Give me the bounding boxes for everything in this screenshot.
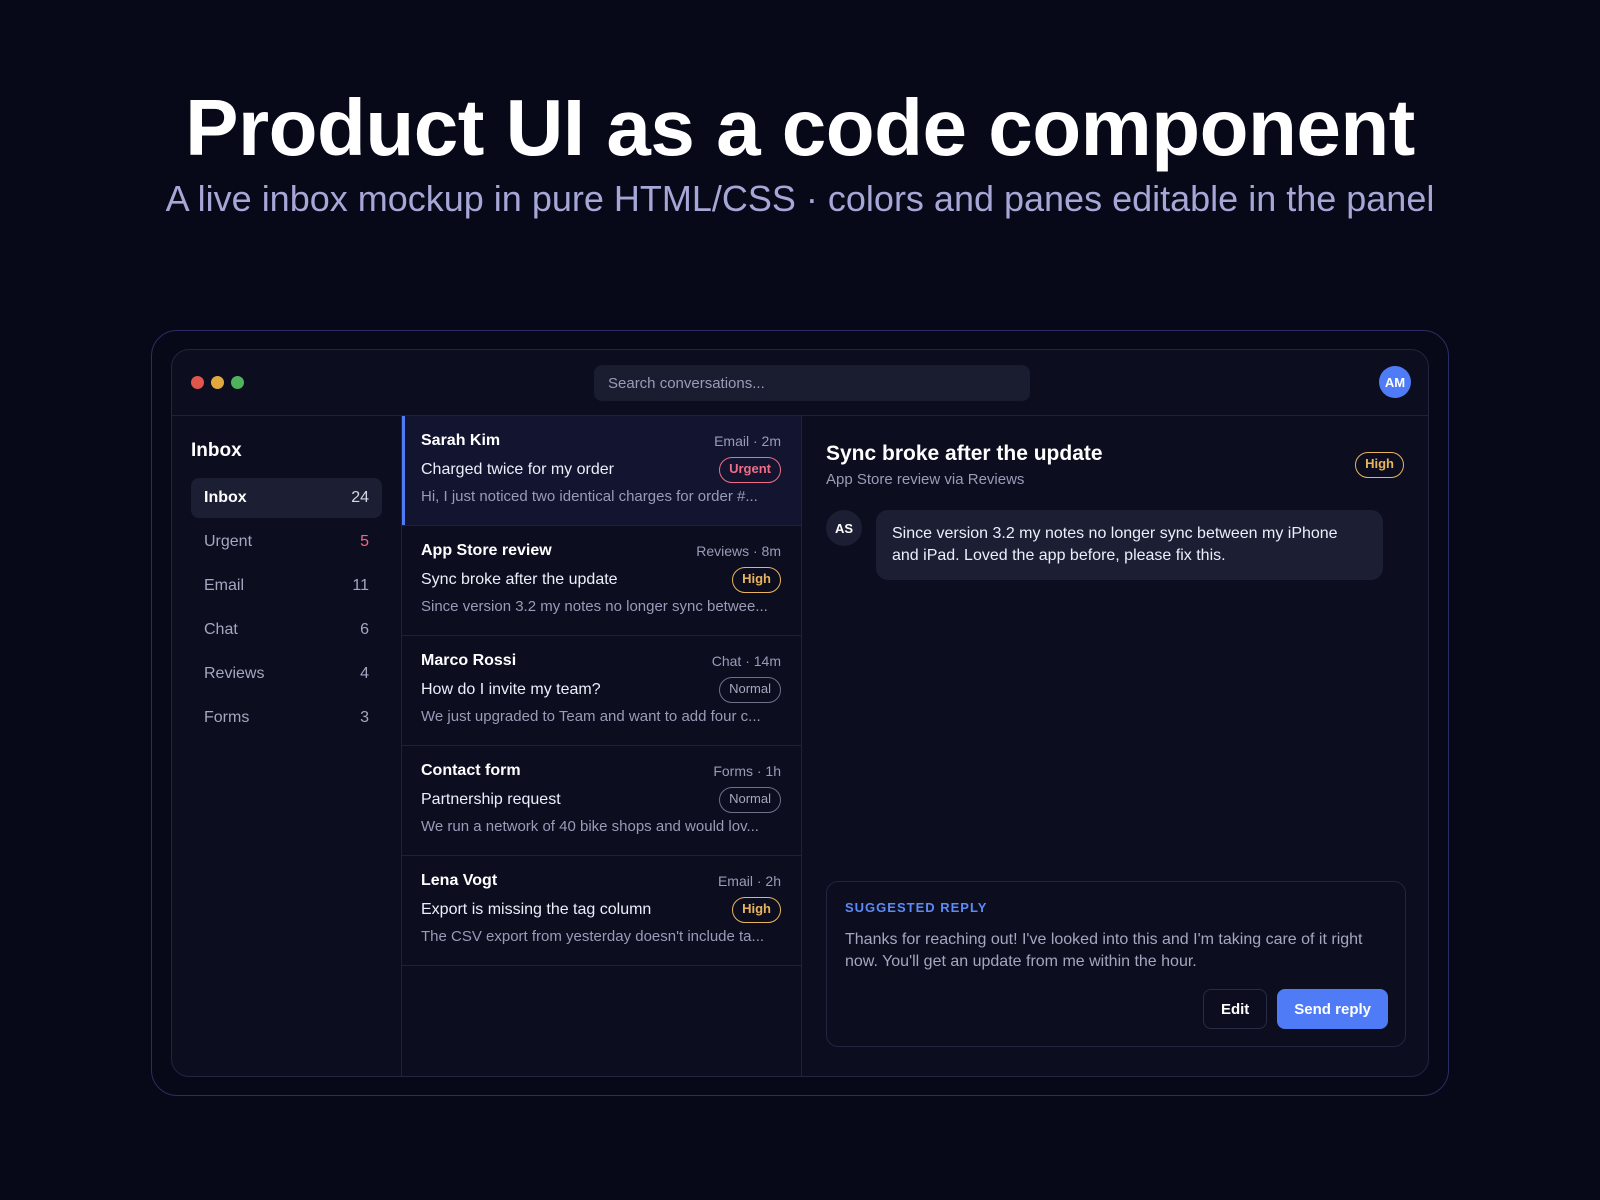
conversation-item[interactable]: Sarah Kim Email · 2m Charged twice for m… (402, 416, 801, 526)
suggested-reply-actions: Edit Send reply (1202, 989, 1388, 1029)
close-window-dot[interactable] (191, 376, 204, 389)
conversation-preview: Hi, I just noticed two identical charges… (421, 488, 758, 505)
message-avatar: AS (826, 510, 862, 546)
sidebar-item-label: Forms (204, 709, 250, 726)
search-input[interactable]: Search conversations... (594, 365, 1030, 401)
conversation-meta: Forms · 1h (713, 763, 781, 779)
sidebar-item-count: 11 (352, 577, 369, 594)
conversation-subject: How do I invite my team? (421, 681, 601, 698)
conversation-subject: Export is missing the tag column (421, 901, 652, 918)
conversation-sender: Lena Vogt (421, 872, 498, 889)
conversation-subject: Charged twice for my order (421, 461, 614, 478)
app-window: Search conversations... AM Inbox Inbox 2… (171, 349, 1429, 1077)
sidebar-item-count: 5 (360, 533, 369, 550)
sidebar-item-count: 6 (360, 621, 369, 638)
detail-title: Sync broke after the update (826, 442, 1103, 465)
sidebar-item-email[interactable]: Email 11 (191, 566, 382, 606)
sidebar-item-label: Inbox (204, 489, 247, 506)
conversation-preview: We just upgraded to Team and want to add… (421, 708, 761, 725)
detail-priority-badge: High (1355, 452, 1404, 478)
sidebar-item-count: 4 (360, 665, 369, 682)
conversation-list: Sarah Kim Email · 2m Charged twice for m… (402, 416, 802, 1076)
conversation-item[interactable]: App Store review Reviews · 8m Sync broke… (402, 526, 801, 636)
minimize-window-dot[interactable] (211, 376, 224, 389)
suggested-reply-text: Thanks for reaching out! I've looked int… (845, 931, 1363, 970)
conversation-meta: Chat · 14m (711, 653, 781, 669)
device-frame: Search conversations... AM Inbox Inbox 2… (151, 330, 1449, 1096)
conversation-subject: Partnership request (421, 791, 561, 808)
priority-badge: Normal (719, 677, 781, 703)
sidebar-item-chat[interactable]: Chat 6 (191, 610, 382, 650)
suggested-reply-label: SUGGESTED REPLY (845, 900, 988, 915)
conversation-meta: Email · 2h (717, 873, 781, 889)
hero-subtitle: A live inbox mockup in pure HTML/CSS · c… (165, 178, 1435, 219)
conversation-item[interactable]: Marco Rossi Chat · 14m How do I invite m… (402, 636, 801, 746)
sidebar-item-count: 24 (351, 489, 369, 506)
sidebar-item-label: Email (204, 577, 245, 594)
conversation-sender: Sarah Kim (421, 432, 501, 449)
priority-badge: Normal (719, 787, 781, 813)
priority-badge: High (732, 897, 781, 923)
suggested-reply-card: SUGGESTED REPLY Thanks for reaching out!… (826, 881, 1406, 1047)
sidebar-item-count: 3 (360, 709, 369, 726)
sidebar-heading: Inbox (191, 440, 242, 461)
hero-title: Product UI as a code component (185, 83, 1415, 172)
sidebar-item-label: Urgent (204, 533, 253, 550)
priority-badge: Urgent (719, 457, 781, 483)
conversation-item[interactable]: Contact form Forms · 1h Partnership requ… (402, 746, 801, 856)
conversation-sender: App Store review (421, 542, 552, 559)
send-reply-button[interactable]: Send reply (1277, 989, 1388, 1029)
conversation-subject: Sync broke after the update (421, 571, 618, 588)
detail-source: App Store review via Reviews (826, 471, 1025, 488)
conversation-meta: Email · 2m (714, 433, 781, 449)
top-bar: Search conversations... AM (172, 350, 1428, 416)
sidebar-item-forms[interactable]: Forms 3 (191, 698, 382, 738)
conversation-preview: The CSV export from yesterday doesn't in… (421, 928, 765, 945)
sidebar-item-urgent[interactable]: Urgent 5 (191, 522, 382, 562)
sidebar-nav: Inbox 24 Urgent 5 Email 11 Chat 6 Review… (191, 478, 382, 742)
priority-badge: High (732, 567, 781, 593)
edit-button[interactable]: Edit (1202, 989, 1268, 1029)
sidebar-item-label: Reviews (204, 665, 265, 682)
sidebar-item-reviews[interactable]: Reviews 4 (191, 654, 382, 694)
sidebar-item-inbox[interactable]: Inbox 24 (191, 478, 382, 518)
conversation-sender: Contact form (421, 762, 521, 779)
maximize-window-dot[interactable] (231, 376, 244, 389)
message-bubble: Since version 3.2 my notes no longer syn… (876, 510, 1383, 580)
conversation-preview: We run a network of 40 bike shops and wo… (421, 818, 759, 835)
sidebar-item-label: Chat (204, 621, 238, 638)
user-avatar[interactable]: AM (1379, 366, 1411, 398)
conversation-sender: Marco Rossi (421, 652, 517, 669)
conversation-detail: Sync broke after the update App Store re… (802, 416, 1428, 1076)
conversation-preview: Since version 3.2 my notes no longer syn… (421, 598, 768, 615)
sidebar: Inbox Inbox 24 Urgent 5 Email 11 Chat 6 (172, 416, 402, 1076)
conversation-meta: Reviews · 8m (696, 543, 781, 559)
conversation-item[interactable]: Lena Vogt Email · 2h Export is missing t… (402, 856, 801, 966)
